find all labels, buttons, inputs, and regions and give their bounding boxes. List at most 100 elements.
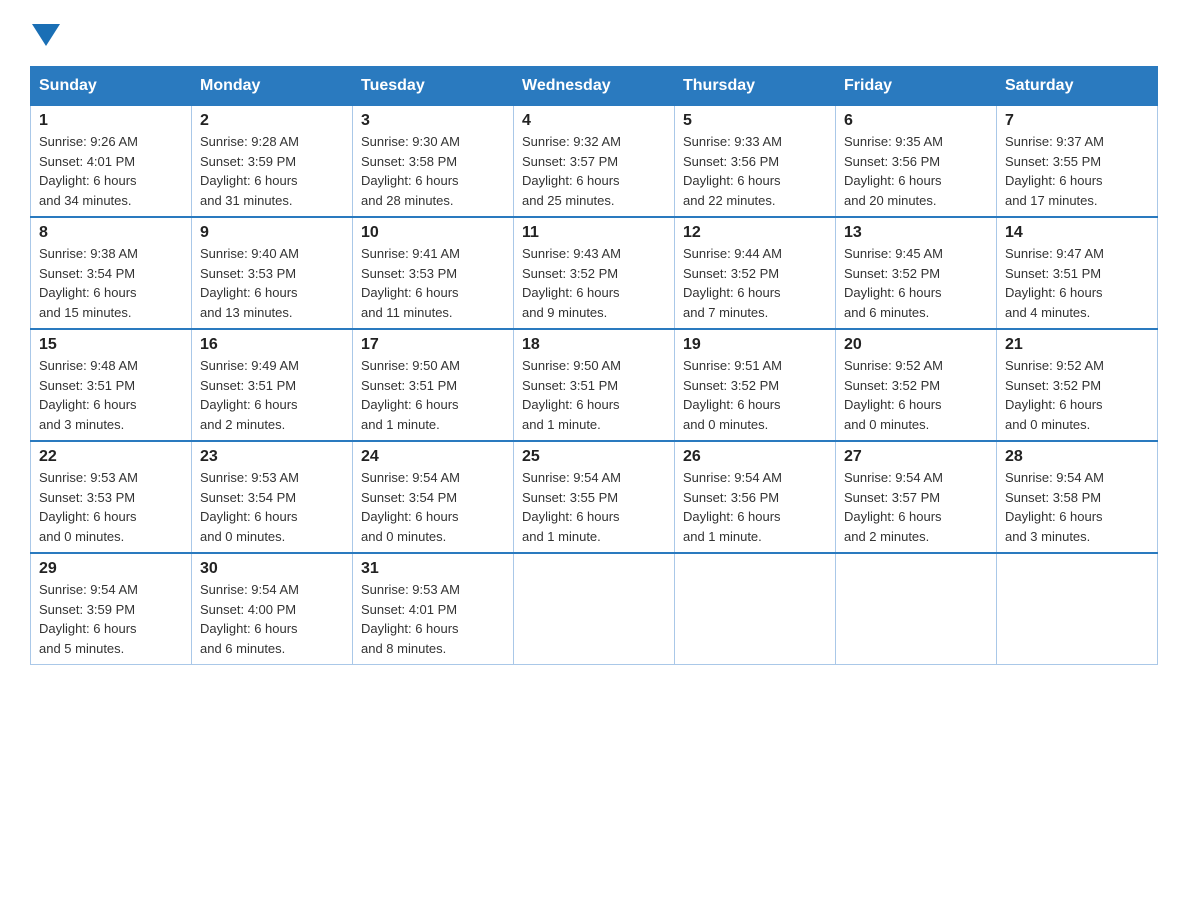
day-number: 29 [39,560,183,578]
day-info: Sunrise: 9:45 AMSunset: 3:52 PMDaylight:… [844,244,988,322]
calendar-cell: 6 Sunrise: 9:35 AMSunset: 3:56 PMDaylight… [836,106,997,218]
day-info: Sunrise: 9:53 AMSunset: 3:54 PMDaylight:… [200,468,344,546]
day-info: Sunrise: 9:44 AMSunset: 3:52 PMDaylight:… [683,244,827,322]
day-info: Sunrise: 9:54 AMSunset: 3:54 PMDaylight:… [361,468,505,546]
calendar-cell: 29 Sunrise: 9:54 AMSunset: 3:59 PMDayligh… [31,553,192,665]
col-header-sunday: Sunday [31,67,192,106]
col-header-wednesday: Wednesday [514,67,675,106]
calendar-cell: 28Sunrise: 9:54 AMSunset: 3:58 PMDayligh… [997,441,1158,553]
calendar-cell: 26 Sunrise: 9:54 AMSunset: 3:56 PMDayligh… [675,441,836,553]
day-number: 26 [683,448,827,466]
day-info: Sunrise: 9:35 AMSunset: 3:56 PMDaylight:… [844,132,988,210]
calendar-cell [675,553,836,665]
day-number: 6 [844,112,988,130]
calendar-week-row: 15 Sunrise: 9:48 AMSunset: 3:51 PMDayligh… [31,329,1158,441]
calendar-cell [997,553,1158,665]
day-info: Sunrise: 9:49 AMSunset: 3:51 PMDaylight:… [200,356,344,434]
calendar-cell: 7 Sunrise: 9:37 AMSunset: 3:55 PMDaylight… [997,106,1158,218]
day-info: Sunrise: 9:47 AMSunset: 3:51 PMDaylight:… [1005,244,1149,322]
calendar-cell: 19 Sunrise: 9:51 AMSunset: 3:52 PMDayligh… [675,329,836,441]
day-number: 5 [683,112,827,130]
col-header-tuesday: Tuesday [353,67,514,106]
day-number: 19 [683,336,827,354]
day-number: 24 [361,448,505,466]
day-info: Sunrise: 9:51 AMSunset: 3:52 PMDaylight:… [683,356,827,434]
col-header-saturday: Saturday [997,67,1158,106]
day-info: Sunrise: 9:50 AMSunset: 3:51 PMDaylight:… [522,356,666,434]
day-number: 22 [39,448,183,466]
day-info: Sunrise: 9:38 AMSunset: 3:54 PMDaylight:… [39,244,183,322]
calendar-cell: 1Sunrise: 9:26 AMSunset: 4:01 PMDaylight… [31,106,192,218]
day-info: Sunrise: 9:50 AMSunset: 3:51 PMDaylight:… [361,356,505,434]
day-info: Sunrise: 9:54 AMSunset: 3:58 PMDaylight:… [1005,468,1149,546]
calendar-cell: 4Sunrise: 9:32 AMSunset: 3:57 PMDaylight… [514,106,675,218]
day-number: 23 [200,448,344,466]
day-number: 11 [522,224,666,242]
day-info: Sunrise: 9:53 AMSunset: 4:01 PMDaylight:… [361,580,505,658]
day-info: Sunrise: 9:33 AMSunset: 3:56 PMDaylight:… [683,132,827,210]
logo-triangle-icon [32,24,60,46]
day-number: 15 [39,336,183,354]
day-number: 14 [1005,224,1149,242]
day-info: Sunrise: 9:54 AMSunset: 3:59 PMDaylight:… [39,580,183,658]
calendar-week-row: 1Sunrise: 9:26 AMSunset: 4:01 PMDaylight… [31,106,1158,218]
day-info: Sunrise: 9:53 AMSunset: 3:53 PMDaylight:… [39,468,183,546]
day-info: Sunrise: 9:43 AMSunset: 3:52 PMDaylight:… [522,244,666,322]
calendar-week-row: 29 Sunrise: 9:54 AMSunset: 3:59 PMDayligh… [31,553,1158,665]
day-number: 2 [200,112,344,130]
calendar-cell: 10Sunrise: 9:41 AMSunset: 3:53 PMDayligh… [353,217,514,329]
calendar-cell: 30Sunrise: 9:54 AMSunset: 4:00 PMDayligh… [192,553,353,665]
day-info: Sunrise: 9:54 AMSunset: 4:00 PMDaylight:… [200,580,344,658]
header-row: SundayMondayTuesdayWednesdayThursdayFrid… [31,67,1158,106]
day-number: 3 [361,112,505,130]
day-number: 20 [844,336,988,354]
calendar-week-row: 8Sunrise: 9:38 AMSunset: 3:54 PMDaylight… [31,217,1158,329]
logo [30,20,60,46]
day-info: Sunrise: 9:28 AMSunset: 3:59 PMDaylight:… [200,132,344,210]
col-header-thursday: Thursday [675,67,836,106]
calendar-cell: 2 Sunrise: 9:28 AMSunset: 3:59 PMDaylight… [192,106,353,218]
day-info: Sunrise: 9:52 AMSunset: 3:52 PMDaylight:… [844,356,988,434]
day-info: Sunrise: 9:54 AMSunset: 3:57 PMDaylight:… [844,468,988,546]
day-number: 25 [522,448,666,466]
calendar-cell [514,553,675,665]
day-number: 9 [200,224,344,242]
day-number: 17 [361,336,505,354]
calendar-cell: 31 Sunrise: 9:53 AMSunset: 4:01 PMDayligh… [353,553,514,665]
calendar-cell: 3 Sunrise: 9:30 AMSunset: 3:58 PMDaylight… [353,106,514,218]
day-number: 27 [844,448,988,466]
calendar-cell: 24 Sunrise: 9:54 AMSunset: 3:54 PMDayligh… [353,441,514,553]
day-info: Sunrise: 9:32 AMSunset: 3:57 PMDaylight:… [522,132,666,210]
calendar-cell: 13 Sunrise: 9:45 AMSunset: 3:52 PMDayligh… [836,217,997,329]
day-info: Sunrise: 9:54 AMSunset: 3:56 PMDaylight:… [683,468,827,546]
calendar-cell: 14 Sunrise: 9:47 AMSunset: 3:51 PMDayligh… [997,217,1158,329]
calendar-cell: 8Sunrise: 9:38 AMSunset: 3:54 PMDaylight… [31,217,192,329]
day-number: 18 [522,336,666,354]
calendar-cell: 17 Sunrise: 9:50 AMSunset: 3:51 PMDayligh… [353,329,514,441]
day-number: 13 [844,224,988,242]
day-number: 7 [1005,112,1149,130]
day-info: Sunrise: 9:37 AMSunset: 3:55 PMDaylight:… [1005,132,1149,210]
calendar-cell: 18 Sunrise: 9:50 AMSunset: 3:51 PMDayligh… [514,329,675,441]
calendar-cell: 5 Sunrise: 9:33 AMSunset: 3:56 PMDaylight… [675,106,836,218]
calendar-cell [836,553,997,665]
col-header-monday: Monday [192,67,353,106]
calendar-cell: 27 Sunrise: 9:54 AMSunset: 3:57 PMDayligh… [836,441,997,553]
day-number: 10 [361,224,505,242]
page-header [30,20,1158,46]
calendar-cell: 15 Sunrise: 9:48 AMSunset: 3:51 PMDayligh… [31,329,192,441]
day-info: Sunrise: 9:52 AMSunset: 3:52 PMDaylight:… [1005,356,1149,434]
calendar-cell: 25 Sunrise: 9:54 AMSunset: 3:55 PMDayligh… [514,441,675,553]
calendar-cell: 16 Sunrise: 9:49 AMSunset: 3:51 PMDayligh… [192,329,353,441]
day-number: 31 [361,560,505,578]
calendar-cell: 9Sunrise: 9:40 AMSunset: 3:53 PMDaylight… [192,217,353,329]
day-info: Sunrise: 9:30 AMSunset: 3:58 PMDaylight:… [361,132,505,210]
day-number: 12 [683,224,827,242]
day-number: 16 [200,336,344,354]
day-info: Sunrise: 9:54 AMSunset: 3:55 PMDaylight:… [522,468,666,546]
calendar-cell: 11 Sunrise: 9:43 AMSunset: 3:52 PMDayligh… [514,217,675,329]
calendar-cell: 22 Sunrise: 9:53 AMSunset: 3:53 PMDayligh… [31,441,192,553]
calendar-cell: 12 Sunrise: 9:44 AMSunset: 3:52 PMDayligh… [675,217,836,329]
calendar-cell: 21Sunrise: 9:52 AMSunset: 3:52 PMDayligh… [997,329,1158,441]
day-info: Sunrise: 9:48 AMSunset: 3:51 PMDaylight:… [39,356,183,434]
